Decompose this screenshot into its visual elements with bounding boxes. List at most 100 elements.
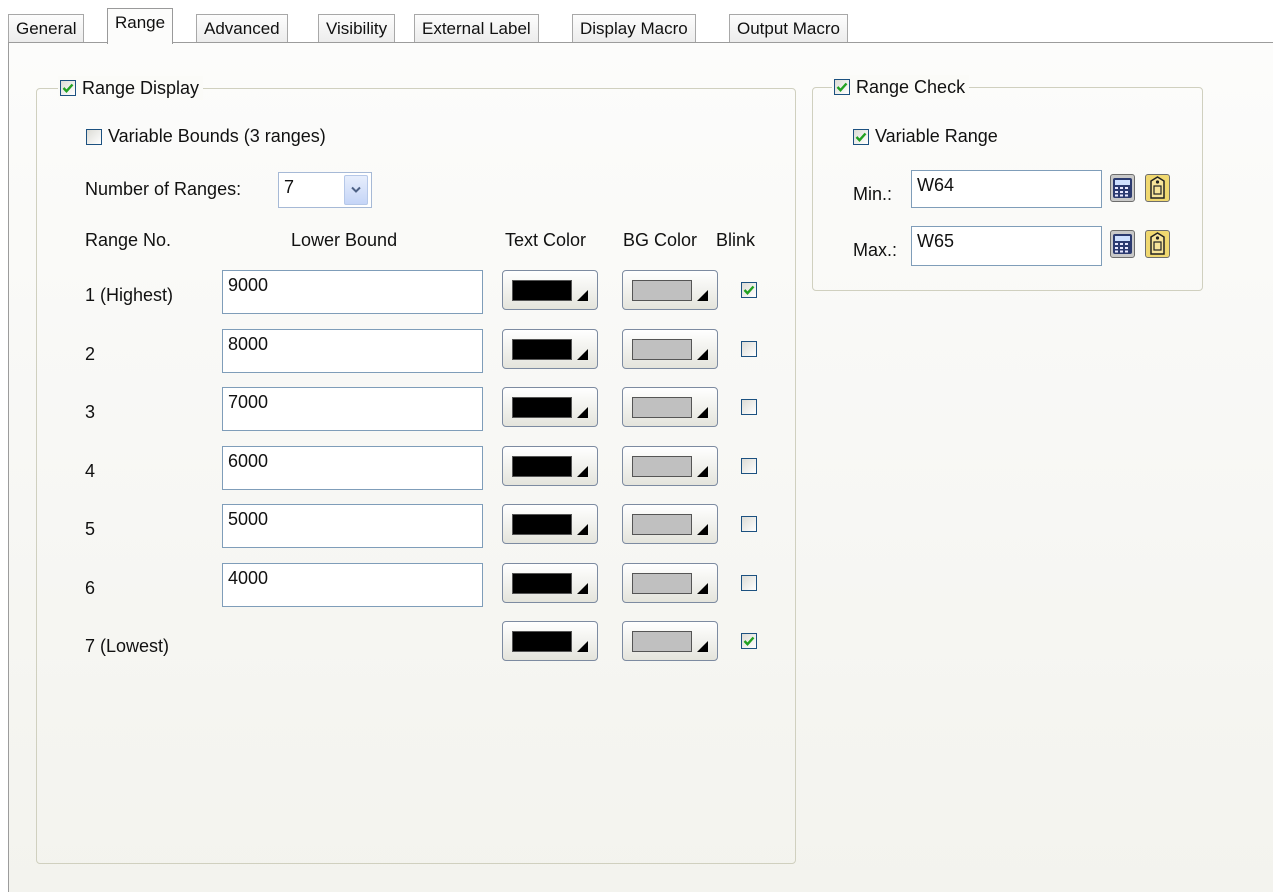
dropdown-arrow-icon [697, 641, 708, 652]
range-display-checkbox[interactable] [60, 80, 76, 96]
calculator-icon [1113, 178, 1132, 198]
dropdown-arrow-icon [697, 407, 708, 418]
tab-visibility[interactable]: Visibility [318, 14, 396, 42]
bg-color-button[interactable] [622, 445, 718, 486]
blink-checkbox[interactable] [741, 516, 757, 532]
text-color-swatch [512, 514, 572, 535]
text-color-button[interactable] [502, 328, 598, 369]
header-lower-bound: Lower Bound [291, 230, 398, 250]
header-bg-color: BG Color [623, 230, 698, 250]
header-text-color: Text Color [505, 230, 587, 250]
tab-advanced[interactable]: Advanced [196, 14, 288, 42]
lower-bound-input[interactable]: 5000 [222, 504, 483, 548]
bg-color-swatch [632, 397, 692, 418]
tab-general[interactable]: General [8, 14, 85, 42]
dropdown-arrow-icon [577, 348, 588, 360]
range-row-label: 3 [85, 402, 96, 422]
variable-bounds-option[interactable]: Variable Bounds (3 ranges) [86, 126, 326, 147]
max-label: Max.: [853, 240, 898, 260]
range-row-label: 2 [85, 343, 96, 364]
variable-range-checkbox[interactable] [853, 128, 869, 145]
lower-bound-value: 7000 [228, 392, 269, 412]
text-color-swatch [512, 631, 572, 652]
bg-color-button[interactable] [622, 387, 718, 427]
blink-checkbox[interactable] [741, 633, 757, 649]
min-input[interactable]: W64 [911, 170, 1102, 208]
lower-bound-input[interactable]: 6000 [222, 445, 483, 490]
min-value: W64 [917, 175, 955, 195]
lower-bound-value: 5000 [228, 509, 269, 529]
bg-color-button[interactable] [622, 270, 718, 310]
dropdown-arrow-icon [577, 582, 588, 594]
tab-output-macro[interactable]: Output Macro [729, 14, 848, 42]
blink-checkbox[interactable] [741, 574, 757, 591]
text-color-button[interactable] [502, 621, 598, 661]
text-color-swatch [512, 280, 572, 301]
lower-bound-input[interactable]: 9000 [222, 270, 483, 314]
text-color-button[interactable] [502, 445, 598, 486]
dropdown-arrow-icon [697, 465, 708, 477]
tab-external-label[interactable]: External Label [414, 14, 539, 42]
dropdown-arrow-icon [577, 407, 588, 418]
variable-bounds-checkbox[interactable] [86, 128, 102, 145]
calculator-icon [1113, 234, 1132, 254]
header-blink: Blink [716, 230, 756, 250]
bg-color-swatch [632, 280, 692, 301]
bg-color-button[interactable] [622, 328, 718, 369]
lower-bound-input[interactable]: 4000 [222, 562, 483, 607]
range-row-label: 7 (Lowest) [85, 636, 170, 656]
text-color-swatch [512, 572, 572, 594]
lower-bound-input[interactable]: 8000 [222, 328, 483, 373]
dropdown-arrow-icon [577, 641, 588, 652]
lower-bound-value: 9000 [228, 275, 269, 295]
range-check-checkbox[interactable] [834, 79, 850, 95]
range-row-label: 1 (Highest) [85, 285, 174, 305]
range-row-label: 6 [85, 577, 96, 598]
dropdown-arrow-icon [697, 290, 708, 301]
range-display-label: Range Display [82, 77, 200, 98]
dropdown-arrow-icon [697, 582, 708, 594]
header-range-no: Range No. [85, 230, 172, 250]
lower-bound-input[interactable]: 7000 [222, 387, 483, 431]
number-of-ranges-dropdown-button[interactable] [344, 175, 368, 205]
text-color-button[interactable] [502, 562, 598, 603]
text-color-swatch [512, 338, 572, 360]
max-address-button[interactable] [1145, 230, 1170, 258]
text-color-button[interactable] [502, 504, 598, 544]
max-value: W65 [917, 231, 955, 251]
variable-range-label: Variable Range [875, 126, 998, 146]
blink-checkbox[interactable] [741, 399, 757, 415]
variable-range-option[interactable]: Variable Range [853, 126, 998, 147]
range-display-legend[interactable]: Range Display [58, 76, 204, 100]
min-label: Min.: [853, 184, 893, 204]
lower-bound-value: 6000 [228, 450, 269, 471]
range-check-legend[interactable]: Range Check [832, 75, 970, 99]
text-color-button[interactable] [502, 270, 598, 310]
tag-icon [1150, 176, 1165, 199]
min-calculator-button[interactable] [1110, 174, 1135, 202]
blink-checkbox[interactable] [741, 282, 757, 298]
dropdown-arrow-icon [577, 465, 588, 477]
min-address-button[interactable] [1145, 174, 1170, 202]
text-color-swatch [512, 455, 572, 477]
tab-display-macro[interactable]: Display Macro [572, 14, 696, 42]
lower-bound-value: 8000 [228, 333, 269, 354]
text-color-button[interactable] [502, 387, 598, 427]
chevron-down-icon [351, 186, 361, 193]
max-input[interactable]: W65 [911, 226, 1102, 266]
variable-bounds-label: Variable Bounds (3 ranges) [108, 126, 326, 146]
range-row-label: 5 [85, 519, 96, 539]
lower-bound-value: 4000 [228, 567, 269, 588]
tab-range[interactable]: Range [107, 8, 174, 44]
blink-checkbox[interactable] [741, 457, 757, 474]
bg-color-button[interactable] [622, 562, 718, 603]
max-calculator-button[interactable] [1110, 230, 1135, 258]
text-color-swatch [512, 397, 572, 418]
dropdown-arrow-icon [577, 290, 588, 301]
blink-checkbox[interactable] [741, 340, 757, 357]
number-of-ranges-value: 7 [284, 177, 295, 197]
bg-color-swatch [632, 455, 692, 477]
bg-color-button[interactable] [622, 621, 718, 661]
bg-color-swatch [632, 572, 692, 594]
bg-color-button[interactable] [622, 504, 718, 544]
